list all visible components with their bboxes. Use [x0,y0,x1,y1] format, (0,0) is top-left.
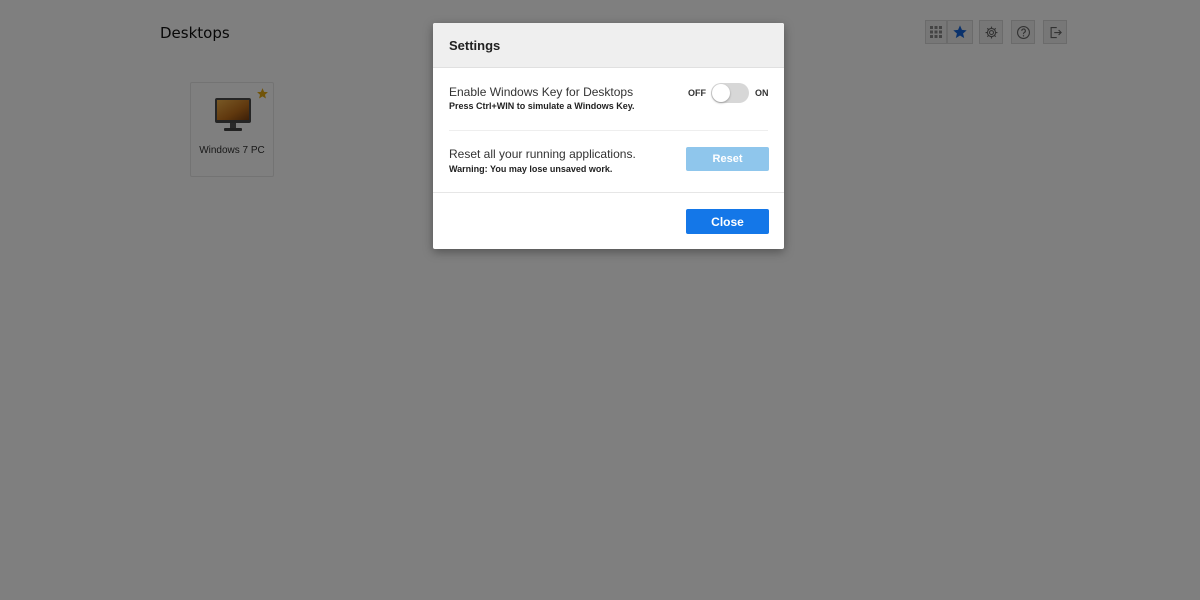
windows-key-toggle[interactable] [711,83,749,103]
footer-divider [433,192,784,193]
toggle-on-label: ON [755,88,769,98]
close-button[interactable]: Close [686,209,769,234]
reset-title: Reset all your running applications. [449,147,636,161]
windows-key-title: Enable Windows Key for Desktops [449,85,634,99]
toggle-off-label: OFF [688,88,706,98]
windows-key-subtitle: Press Ctrl+WIN to simulate a Windows Key… [449,101,635,111]
settings-dialog: Settings Enable Windows Key for Desktops… [433,23,784,249]
toggle-knob [712,84,730,102]
row-divider [449,130,768,131]
dialog-header: Settings [433,23,784,68]
reset-warning: Warning: You may lose unsaved work. [449,164,613,174]
dialog-title: Settings [449,38,501,53]
reset-button[interactable]: Reset [686,147,769,171]
